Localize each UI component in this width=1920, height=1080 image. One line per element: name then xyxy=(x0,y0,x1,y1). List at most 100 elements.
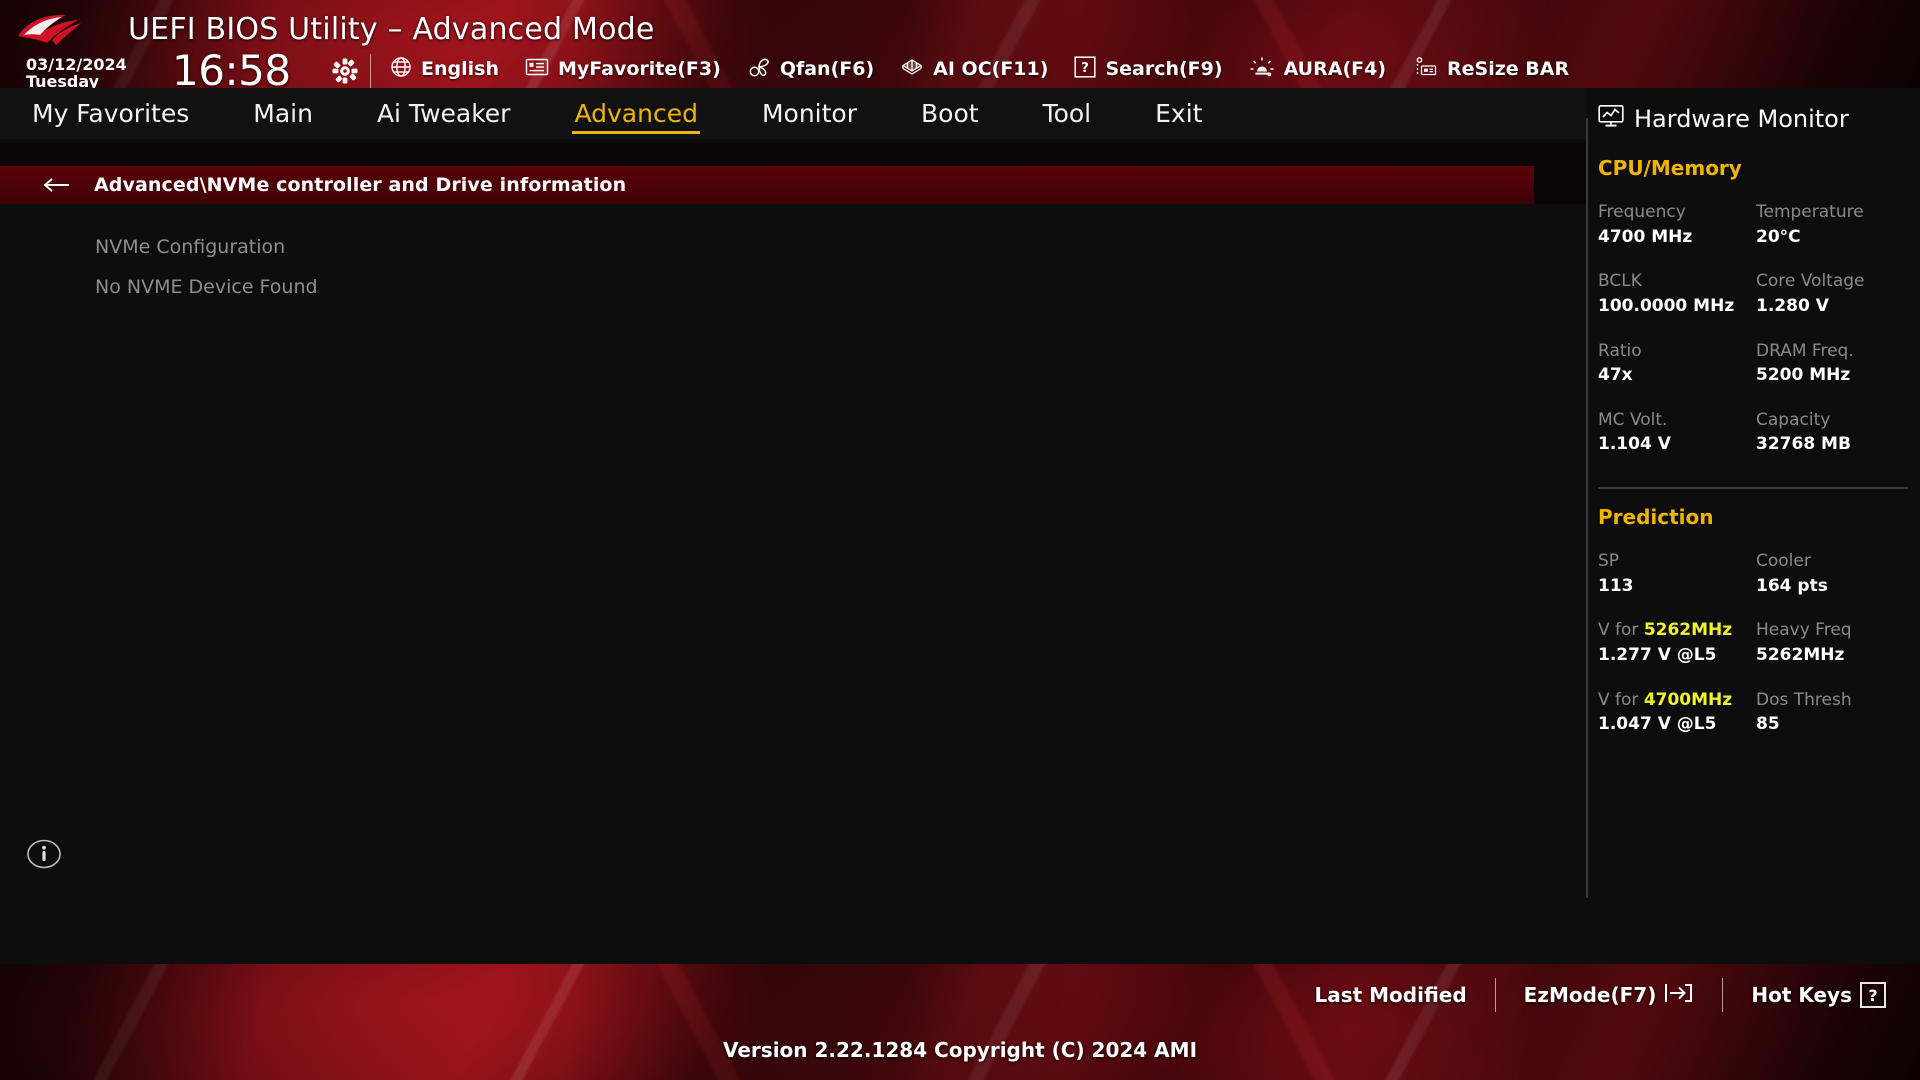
hardware-monitor-divider xyxy=(1586,118,1588,898)
metric-key: Capacity xyxy=(1756,409,1831,430)
metric-row: V for 4700MHz 1.047 V @L5 Dos Thresh 85 xyxy=(1598,688,1920,737)
tab-exit[interactable]: Exit xyxy=(1155,99,1202,132)
header: UEFI BIOS Utility – Advanced Mode 03/12/… xyxy=(0,0,1920,95)
myfavorite-button[interactable]: MyFavorite(F3) xyxy=(525,57,721,81)
qfan-label: Qfan(F6) xyxy=(779,58,875,80)
tab-my-favorites[interactable]: My Favorites xyxy=(32,99,189,132)
question-box-icon: ? xyxy=(1860,982,1886,1008)
tab-boot[interactable]: Boot xyxy=(921,99,979,132)
no-nvme-device-label: No NVME Device Found xyxy=(95,276,318,298)
resize-bar-button[interactable]: ReSize BAR xyxy=(1412,56,1569,82)
tab-ai-tweaker[interactable]: Ai Tweaker xyxy=(377,99,511,132)
info-circle-icon[interactable] xyxy=(27,837,61,871)
hotkeys-label: Hot Keys xyxy=(1751,983,1852,1007)
metric-key-highlight: 4700MHz xyxy=(1643,689,1733,710)
aura-label: AURA(F4) xyxy=(1283,58,1387,80)
tab-monitor[interactable]: Monitor xyxy=(762,99,857,132)
resize-bar-icon xyxy=(1412,56,1438,82)
metric-value: 1.277 V @L5 xyxy=(1598,645,1717,666)
metric-key: V for 5262MHz xyxy=(1598,620,1733,641)
metric-value: 1.047 V @L5 xyxy=(1598,714,1717,735)
section-title-prediction: Prediction xyxy=(1598,505,1714,530)
footer-divider xyxy=(1494,978,1496,1012)
resize-bar-label: ReSize BAR xyxy=(1447,58,1570,80)
date-display: 03/12/2024 Tuesday xyxy=(26,56,127,91)
metric-row: BCLK 100.0000 MHz Core Voltage 1.280 V xyxy=(1598,269,1920,318)
date-value: 03/12/2024 xyxy=(26,55,127,74)
back-arrow-icon[interactable] xyxy=(42,177,72,193)
fan-icon xyxy=(747,56,771,82)
breadcrumb[interactable]: Advanced\NVMe controller and Drive infor… xyxy=(0,166,1534,204)
metric-value: 32768 MB xyxy=(1756,434,1851,455)
hardware-monitor-title-row: Hardware Monitor xyxy=(1598,104,1920,134)
ai-oc-icon xyxy=(900,56,924,82)
search-label: Search(F9) xyxy=(1105,58,1223,80)
header-toolbar: English MyFavorite(F3) Qfan(F6) AI OC(F1… xyxy=(390,56,1569,82)
last-modified-button[interactable]: Last Modified xyxy=(1314,983,1466,1007)
version-text: Version 2.22.1284 Copyright (C) 2024 AMI xyxy=(722,1038,1198,1062)
main-tab-bar: My Favorites Main Ai Tweaker Advanced Mo… xyxy=(0,88,1586,142)
section-divider xyxy=(1598,487,1908,490)
metric-key: Temperature xyxy=(1756,202,1864,222)
myfavorite-label: MyFavorite(F3) xyxy=(557,58,721,80)
language-label: English xyxy=(421,58,499,80)
gear-icon[interactable] xyxy=(332,58,358,84)
hardware-monitor-panel: Hardware Monitor CPU/Memory Frequency 47… xyxy=(1586,88,1920,964)
metric-row: Frequency 4700 MHz Temperature 20°C xyxy=(1598,200,1920,249)
metric-value: 85 xyxy=(1756,714,1780,735)
metric-key: DRAM Freq. xyxy=(1756,340,1854,361)
list-item[interactable]: NVMe Configuration xyxy=(0,227,1586,267)
footer-bar: Last Modified EzMode(F7) Hot Keys ? xyxy=(0,964,1920,1026)
metric-row: Ratio 47x DRAM Freq. 5200 MHz xyxy=(1598,339,1920,388)
metric-key: Frequency xyxy=(1598,202,1686,222)
monitor-graph-icon xyxy=(1598,104,1624,134)
list-item: No NVME Device Found xyxy=(0,267,1586,307)
metric-row: SP 113 Cooler 164 pts xyxy=(1598,549,1920,598)
metric-value: 1.280 V xyxy=(1756,295,1829,316)
language-button[interactable]: English xyxy=(390,56,499,82)
metric-key-highlight: 5262MHz xyxy=(1643,620,1733,641)
aura-light-icon xyxy=(1249,56,1275,82)
section-title-cpu-memory: CPU/Memory xyxy=(1598,156,1742,180)
metric-value: 5262MHz xyxy=(1756,645,1845,666)
qfan-button[interactable]: Qfan(F6) xyxy=(747,56,874,82)
metric-value: 113 xyxy=(1598,575,1634,596)
metric-key: MC Volt. xyxy=(1598,409,1668,430)
metric-row: MC Volt. 1.104 V Capacity 32768 MB xyxy=(1598,408,1920,457)
nvme-configuration-label: NVMe Configuration xyxy=(95,236,286,258)
question-box-icon: ? xyxy=(1074,56,1096,82)
exit-arrow-icon xyxy=(1664,981,1694,1010)
tab-advanced[interactable]: Advanced xyxy=(572,99,700,134)
hotkeys-button[interactable]: Hot Keys ? xyxy=(1751,982,1886,1008)
metric-value: 4700 MHz xyxy=(1598,226,1693,247)
metric-value: 100.0000 MHz xyxy=(1598,295,1735,316)
tab-main[interactable]: Main xyxy=(253,99,313,132)
metric-key: Core Voltage xyxy=(1756,271,1865,292)
aura-button[interactable]: AURA(F4) xyxy=(1249,56,1386,82)
svg-text:?: ? xyxy=(1082,61,1090,76)
metric-value: 5200 MHz xyxy=(1756,365,1851,386)
metric-key: V for 4700MHz xyxy=(1598,689,1733,710)
metric-key: SP xyxy=(1598,551,1620,572)
footer-divider xyxy=(1722,978,1724,1012)
hardware-monitor-title: Hardware Monitor xyxy=(1634,105,1849,133)
metric-value: 20°C xyxy=(1756,226,1801,247)
app-title: UEFI BIOS Utility – Advanced Mode xyxy=(128,12,655,47)
ezmode-label: EzMode(F7) xyxy=(1523,983,1657,1007)
metric-key: Dos Thresh xyxy=(1756,689,1852,710)
rog-logo-icon xyxy=(14,12,88,48)
metric-key: Ratio xyxy=(1598,340,1642,361)
metric-key: Cooler xyxy=(1756,551,1811,572)
ezmode-button[interactable]: EzMode(F7) xyxy=(1524,981,1695,1010)
tab-tool[interactable]: Tool xyxy=(1043,99,1092,132)
metric-value: 1.104 V xyxy=(1598,434,1671,455)
metric-row: V for 5262MHz 1.277 V @L5 Heavy Freq 526… xyxy=(1598,618,1920,667)
metric-value: 164 pts xyxy=(1756,575,1828,596)
ai-oc-button[interactable]: AI OC(F11) xyxy=(900,56,1048,82)
favorites-list-icon xyxy=(525,57,549,81)
metric-value: 47x xyxy=(1598,365,1633,386)
metric-key: Heavy Freq xyxy=(1756,620,1852,641)
bios-screen: UEFI BIOS Utility – Advanced Mode 03/12/… xyxy=(0,0,1920,1080)
header-divider xyxy=(370,54,371,88)
search-button[interactable]: ? Search(F9) xyxy=(1074,56,1223,82)
